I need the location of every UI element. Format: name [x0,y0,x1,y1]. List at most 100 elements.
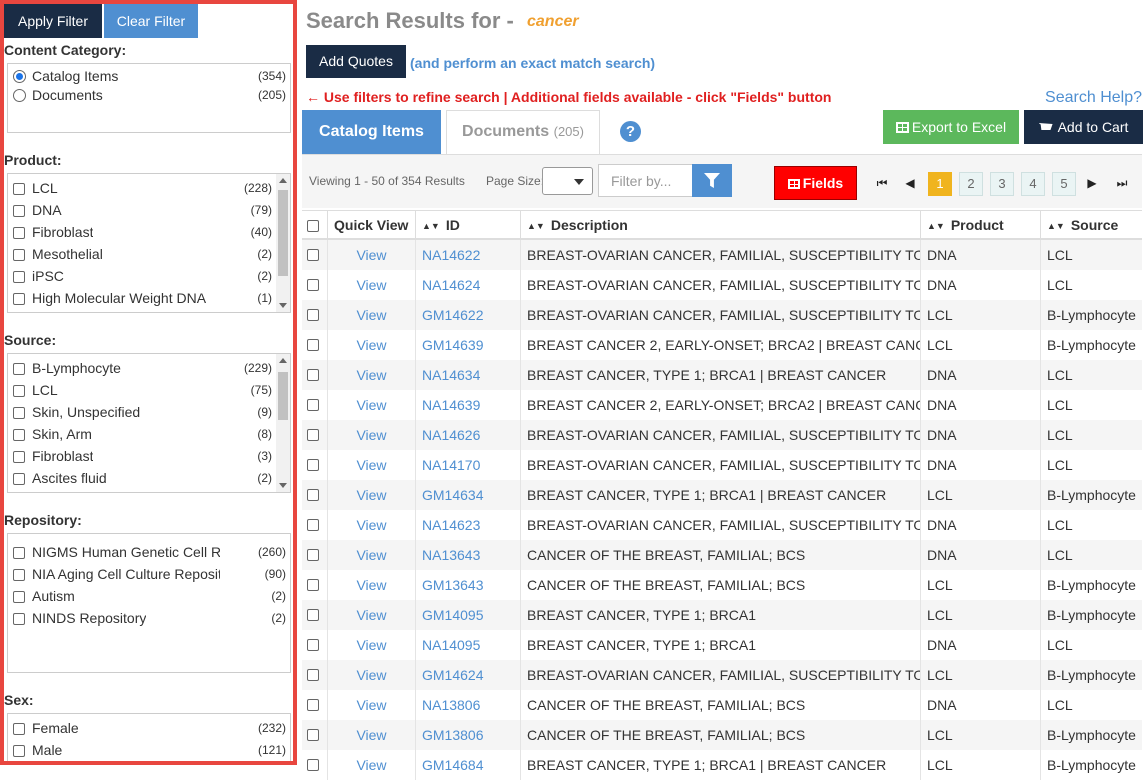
row-checkbox[interactable] [307,339,319,351]
checkbox[interactable] [13,429,25,441]
item-id-link[interactable]: NA14639 [416,390,521,420]
item-id-link[interactable]: NA14634 [416,360,521,390]
row-select-cell[interactable] [302,630,328,660]
row-select-cell[interactable] [302,720,328,750]
help-question-icon[interactable]: ? [620,121,641,142]
checkbox[interactable] [13,591,25,603]
quick-view-link[interactable]: View [328,240,416,270]
row-select-cell[interactable] [302,570,328,600]
source-option[interactable]: B-Lymphocyte (229) [13,359,272,379]
add-to-cart-button[interactable]: Add to Cart [1024,110,1143,144]
quick-view-link[interactable]: View [328,420,416,450]
checkbox[interactable] [13,205,25,217]
add-quotes-button[interactable]: Add Quotes [306,45,406,78]
row-checkbox[interactable] [307,249,319,261]
product-option[interactable]: LCL (228) [13,179,272,199]
source-option[interactable]: LCL (75) [13,381,272,401]
quick-view-link[interactable]: View [328,390,416,420]
row-checkbox[interactable] [307,759,319,771]
row-select-cell[interactable] [302,420,328,450]
quick-view-link[interactable]: View [328,690,416,720]
row-checkbox[interactable] [307,279,319,291]
product-option[interactable]: Fibroblast (40) [13,223,272,243]
last-page-icon[interactable]: ⏭ [1110,172,1134,196]
page-size-select[interactable] [542,167,593,195]
item-id-link[interactable]: NA14095 [416,630,521,660]
export-excel-button[interactable]: Export to Excel [883,110,1019,144]
product-scrollbar[interactable] [276,174,290,312]
search-help-link[interactable]: Search Help? [1045,89,1142,107]
item-id-link[interactable]: GM14624 [416,660,521,690]
prev-page-icon[interactable]: ◀ [898,172,922,196]
row-checkbox[interactable] [307,639,319,651]
tab-catalog-items[interactable]: Catalog Items [302,110,441,154]
item-id-link[interactable]: GM13643 [416,570,521,600]
row-checkbox[interactable] [307,399,319,411]
quick-view-link[interactable]: View [328,300,416,330]
first-page-icon[interactable]: ⏮ [870,172,894,196]
page-5[interactable]: 5 [1052,172,1076,196]
row-checkbox[interactable] [307,429,319,441]
product-option[interactable]: Mesothelial (2) [13,245,272,265]
apply-filter-button[interactable]: Apply Filter [4,4,102,38]
column-source[interactable]: ▲▼ Source [1041,211,1142,241]
repository-option[interactable]: Autism (2) [13,587,286,607]
row-checkbox[interactable] [307,309,319,321]
item-id-link[interactable]: NA14622 [416,240,521,270]
scroll-thumb[interactable] [278,372,288,420]
item-id-link[interactable]: NA14626 [416,420,521,450]
row-select-cell[interactable] [302,750,328,780]
row-checkbox[interactable] [307,699,319,711]
source-option[interactable]: Skin, Unspecified (9) [13,403,272,423]
scroll-up-arrow-icon[interactable] [279,178,287,183]
source-scrollbar[interactable] [276,354,290,492]
column-description[interactable]: ▲▼ Description [521,211,921,241]
checkbox[interactable] [13,547,25,559]
product-option[interactable]: iPSC (2) [13,267,272,287]
scroll-down-arrow-icon[interactable] [279,483,287,488]
checkbox[interactable] [13,569,25,581]
row-select-cell[interactable] [302,690,328,720]
item-id-link[interactable]: GM14684 [416,750,521,780]
source-option[interactable]: Fibroblast (3) [13,447,272,467]
row-select-cell[interactable] [302,300,328,330]
checkbox[interactable] [13,271,25,283]
row-select-cell[interactable] [302,660,328,690]
repository-option[interactable]: NIGMS Human Genetic Cell Re (260) [13,543,286,563]
quick-view-link[interactable]: View [328,270,416,300]
tab-documents[interactable]: Documents (205) [446,110,600,154]
page-2[interactable]: 2 [959,172,983,196]
row-select-cell[interactable] [302,240,328,270]
checkbox[interactable] [13,183,25,195]
category-option-catalog-items[interactable]: Catalog Items (354) [13,67,286,87]
quick-view-link[interactable]: View [328,600,416,630]
quick-view-link[interactable]: View [328,570,416,600]
row-checkbox[interactable] [307,579,319,591]
item-id-link[interactable]: NA13806 [416,690,521,720]
row-checkbox[interactable] [307,519,319,531]
item-id-link[interactable]: GM14634 [416,480,521,510]
checkbox[interactable] [13,385,25,397]
radio-button[interactable] [13,70,26,83]
row-select-cell[interactable] [302,450,328,480]
row-checkbox[interactable] [307,549,319,561]
source-option[interactable]: Ascites fluid (2) [13,469,272,489]
checkbox[interactable] [13,473,25,485]
next-page-icon[interactable]: ▶ [1080,172,1104,196]
repository-option[interactable]: NIA Aging Cell Culture Reposit (90) [13,565,286,585]
filter-funnel-icon[interactable] [692,164,732,197]
checkbox[interactable] [13,723,25,735]
row-select-cell[interactable] [302,390,328,420]
product-option[interactable]: DNA (79) [13,201,272,221]
row-select-cell[interactable] [302,480,328,510]
item-id-link[interactable]: NA13643 [416,540,521,570]
row-checkbox[interactable] [307,609,319,621]
checkbox[interactable] [13,227,25,239]
item-id-link[interactable]: GM13806 [416,720,521,750]
quick-view-link[interactable]: View [328,660,416,690]
source-option[interactable]: Skin, Arm (8) [13,425,272,445]
clear-filter-button[interactable]: Clear Filter [104,4,198,38]
checkbox[interactable] [13,745,25,757]
row-checkbox[interactable] [307,369,319,381]
quick-view-link[interactable]: View [328,330,416,360]
